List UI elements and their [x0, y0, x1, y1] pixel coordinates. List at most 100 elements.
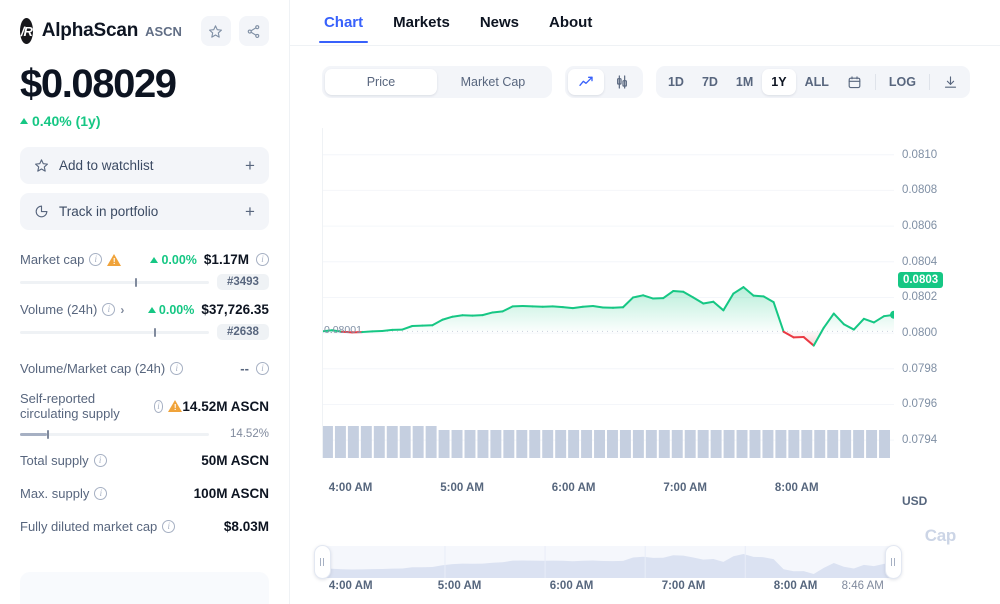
info-icon[interactable]: i — [170, 362, 184, 375]
share-icon — [248, 24, 260, 38]
metric-option-price[interactable]: Price — [324, 69, 437, 95]
range-option-all[interactable]: ALL — [796, 69, 838, 95]
coin-name: AlphaScan — [41, 20, 139, 41]
y-axis-tick: 0.0810 — [901, 148, 938, 161]
plot-border — [321, 128, 894, 458]
navigator-track[interactable] — [321, 546, 894, 578]
star-icon — [35, 159, 48, 172]
stat-max-supply: Max. supply i 100M ASCN — [20, 477, 269, 510]
y-axis-tick: 0.0808 — [901, 184, 938, 197]
stat-market-cap-value: $1.17M — [203, 252, 249, 267]
warning-icon — [107, 253, 122, 266]
currency-label: USD — [901, 494, 928, 508]
info-icon[interactable]: i — [255, 253, 269, 266]
current-price-badge: 0.0803 — [897, 271, 944, 288]
range-handle-right[interactable] — [884, 545, 902, 579]
range-handle-left[interactable] — [313, 545, 331, 579]
x-axis-tick: 6:00 AM — [551, 482, 596, 494]
metric-toggle-group: Price Market Cap — [321, 66, 552, 98]
alphascan-logo-icon: /R — [20, 18, 33, 44]
y-axis-tick: 0.0794 — [901, 434, 938, 447]
stat-circulating-label: Self-reported circulating supply — [20, 391, 120, 421]
caret-up-icon — [150, 256, 159, 263]
stat-volume-rank: #2638 — [216, 324, 269, 340]
add-to-watchlist-label: Add to watchlist — [59, 158, 154, 173]
header-actions — [200, 16, 269, 46]
range-option-7d[interactable]: 7D — [693, 69, 727, 95]
chart-plot-area[interactable]: 0.08001 — [321, 128, 894, 458]
stat-volume-24h: Volume (24h) i › 0.00% $37,726.35 #2638 — [20, 302, 269, 340]
stat-volume-value: $37,726.35 — [201, 302, 269, 317]
metric-option-market-cap[interactable]: Market Cap — [437, 69, 549, 95]
coin-header: /R AlphaScan ASCN — [20, 14, 269, 48]
baseline-price-label: 0.08001 — [323, 324, 362, 337]
stat-fdv-label: Fully diluted market cap — [20, 519, 158, 534]
y-axis-tick: 0.0796 — [901, 398, 938, 411]
x-axis-tick: 4:00 AM — [328, 482, 373, 494]
range-option-1d[interactable]: 1D — [659, 69, 693, 95]
info-icon[interactable]: i — [93, 454, 107, 467]
navigator-x-tick: 8:00 AM — [773, 580, 818, 592]
candlestick-icon[interactable] — [604, 69, 640, 95]
line-chart-icon[interactable] — [567, 69, 604, 95]
rank-knob — [154, 327, 157, 337]
stat-market-cap-label: Market cap — [20, 252, 85, 267]
circulating-supply-bar — [20, 429, 209, 439]
coin-ticker: ASCN — [145, 23, 182, 39]
y-axis-tick: 0.0804 — [901, 255, 938, 268]
info-icon[interactable]: i — [89, 253, 103, 266]
coin-sidebar: /R AlphaScan ASCN $0.08029 0.40% (1y) Ad… — [0, 0, 290, 604]
stat-total-supply-value: 50M ASCN — [201, 453, 269, 468]
stat-volume-market-cap: Volume/Market cap (24h) i -- i — [20, 352, 269, 385]
price-change: 0.40% (1y) — [20, 113, 269, 129]
info-icon[interactable]: i — [94, 487, 108, 500]
supply-knob — [47, 429, 50, 439]
stat-volume-change: 0.00% — [147, 303, 194, 317]
chart-range-navigator[interactable] — [313, 540, 902, 584]
chevron-right-icon[interactable]: › — [120, 303, 124, 317]
download-icon[interactable] — [934, 69, 967, 95]
tab-about[interactable]: About — [547, 0, 594, 43]
info-icon[interactable]: i — [255, 362, 269, 375]
tab-news[interactable]: News — [478, 0, 521, 43]
coin-stats: Market cap i 0.00% $1.17M i — [20, 252, 269, 543]
navigator-x-tick: 7:00 AM — [661, 580, 706, 592]
price-chart[interactable]: 0.08001 0.0810 0.0808 0.0806 0.0804 0.0802 0.… — [290, 128, 964, 604]
divider — [929, 74, 930, 90]
watchlist-star-button[interactable] — [200, 16, 231, 46]
stat-volume-label: Volume (24h) — [20, 302, 98, 317]
add-to-watchlist-button[interactable]: Add to watchlist + — [20, 147, 269, 184]
info-icon[interactable]: i — [102, 303, 116, 316]
track-in-portfolio-button[interactable]: Track in portfolio + — [20, 193, 269, 230]
portfolio-pie-icon — [35, 205, 48, 218]
navigator-x-tick: 8:46 AM — [841, 580, 884, 592]
caret-up-icon — [147, 306, 156, 313]
y-axis-tick: 0.0800 — [901, 327, 938, 340]
divider — [874, 74, 876, 90]
info-icon[interactable]: i — [162, 520, 176, 533]
market-cap-rank-bar — [20, 277, 209, 287]
cta-list: Add to watchlist + Track in portfolio + — [20, 147, 269, 230]
range-option-1y[interactable]: 1Y — [762, 69, 796, 95]
tab-markets[interactable]: Markets — [391, 0, 452, 43]
coin-price: $0.08029 — [20, 62, 177, 106]
chart-y-axis: 0.0810 0.0808 0.0806 0.0804 0.0802 0.0800 0.07… — [894, 128, 964, 488]
log-scale-button[interactable]: LOG — [880, 69, 925, 95]
track-in-portfolio-label: Track in portfolio — [59, 204, 159, 219]
share-button[interactable] — [238, 16, 269, 46]
calendar-icon[interactable] — [838, 69, 871, 95]
stat-market-cap: Market cap i 0.00% $1.17M i — [20, 252, 269, 290]
navigator-x-tick: 4:00 AM — [328, 580, 373, 592]
info-icon[interactable]: i — [153, 399, 164, 413]
stat-total-supply: Total supply i 50M ASCN — [20, 444, 269, 477]
price-change-value: 0.40% (1y) — [32, 113, 101, 129]
x-axis-tick: 8:00 AM — [774, 482, 819, 494]
range-option-1m[interactable]: 1M — [727, 69, 762, 95]
tab-chart[interactable]: Chart — [318, 0, 369, 43]
stat-market-cap-change: 0.00% — [150, 253, 197, 267]
sidebar-bottom-card[interactable] — [20, 572, 269, 604]
time-range-group: 1D 7D 1M 1Y ALL LOG — [655, 66, 970, 98]
stat-max-supply-value: 100M ASCN — [193, 486, 269, 501]
rank-knob — [135, 277, 138, 287]
x-axis-tick: 7:00 AM — [663, 482, 708, 494]
